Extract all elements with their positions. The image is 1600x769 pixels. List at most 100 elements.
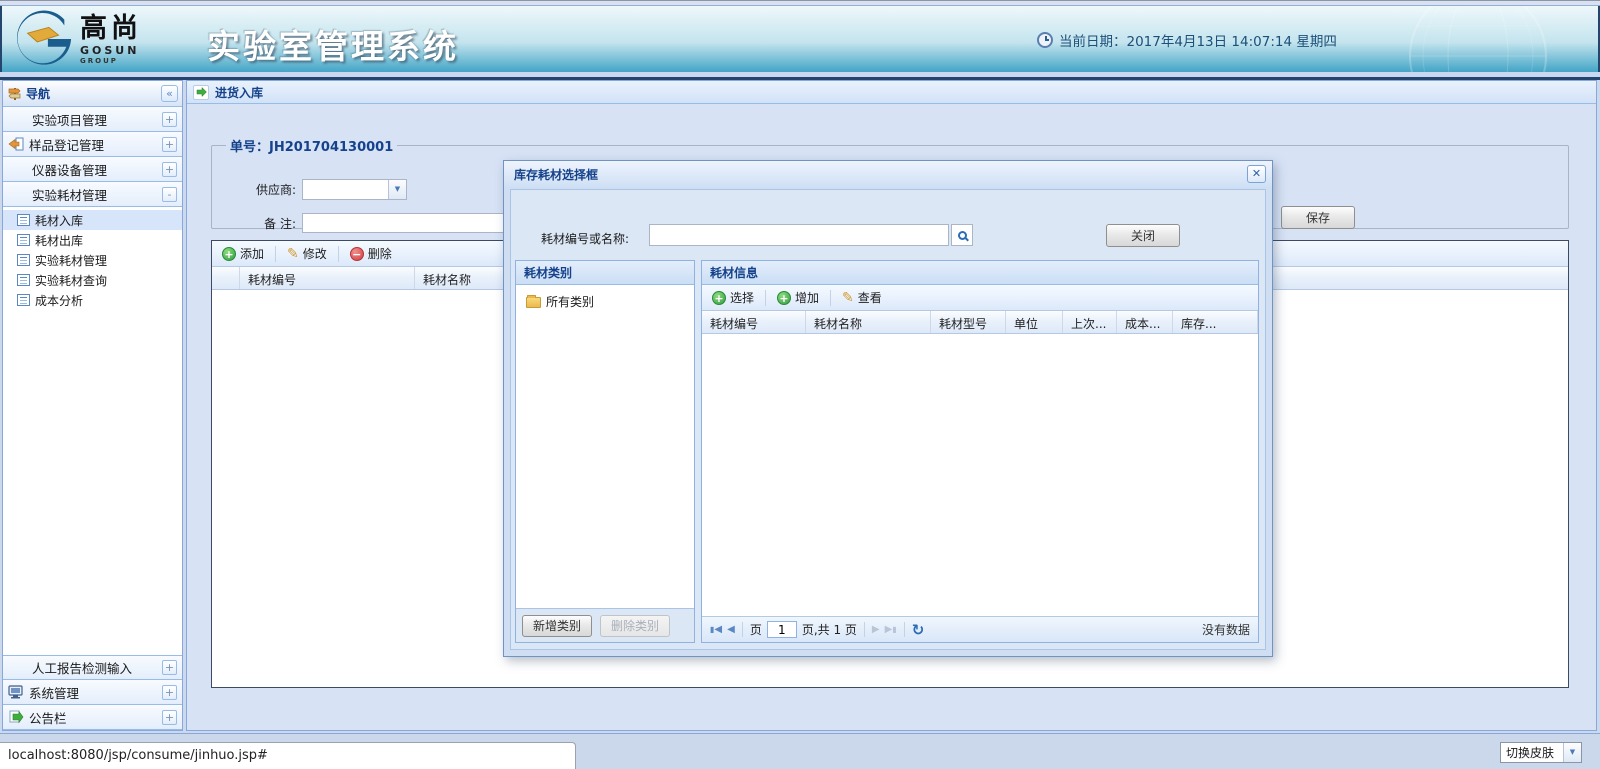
- save-button[interactable]: 保存: [1281, 206, 1355, 229]
- plus-icon: +: [777, 291, 791, 305]
- page-title: 进货入库: [215, 84, 263, 101]
- submenu-item-consumable-out[interactable]: 耗材出库: [3, 230, 182, 250]
- dialog-title: 库存耗材选择框: [514, 166, 1247, 183]
- status-url-tooltip: localhost:8080/jsp/consume/jinhuo.jsp#: [0, 742, 576, 769]
- column-header-name[interactable]: 耗材名称: [806, 311, 931, 333]
- column-header-cost[interactable]: 成本...: [1117, 311, 1173, 333]
- sidebar-item-instrument[interactable]: 仪器设备管理 +: [3, 157, 182, 182]
- add-row-button[interactable]: + 添加: [218, 243, 268, 264]
- search-input[interactable]: [649, 224, 949, 246]
- folder-icon: [526, 297, 541, 308]
- document-icon: [17, 274, 30, 286]
- gosun-logo-icon: [16, 10, 74, 68]
- delete-row-button[interactable]: − 删除: [346, 243, 396, 264]
- sidebar-item-experiment-project[interactable]: 实验项目管理 +: [3, 107, 182, 132]
- clock-icon: [1037, 32, 1053, 48]
- dialog-close-button[interactable]: 关闭: [1106, 224, 1180, 247]
- collapse-minus-icon[interactable]: -: [162, 187, 177, 202]
- edit-row-button[interactable]: ✎ 修改: [283, 243, 331, 264]
- order-number-legend: 单号：JH201704130001: [226, 136, 397, 155]
- toolbar-separator: [904, 622, 905, 637]
- category-tree: 所有类别: [516, 285, 694, 608]
- column-header-model[interactable]: 耗材型号: [931, 311, 1006, 333]
- current-date-text: 当前日期：2017年4月13日 14:07:14 星期四: [1059, 30, 1337, 50]
- last-page-icon[interactable]: ▶: [885, 624, 897, 635]
- search-button[interactable]: [951, 224, 973, 246]
- plus-icon: +: [712, 291, 726, 305]
- document-icon: [17, 294, 30, 306]
- document-icon: [17, 234, 30, 246]
- info-grid-empty-body: [702, 334, 1258, 616]
- sidebar-collapse-button[interactable]: «: [161, 85, 178, 102]
- nav-header: 导航 «: [3, 81, 182, 107]
- category-panel-title: 耗材类别: [516, 261, 694, 285]
- submenu-item-lab-consumable-mgmt[interactable]: 实验耗材管理: [3, 250, 182, 270]
- prev-page-icon[interactable]: ◀: [727, 624, 735, 635]
- expand-icon[interactable]: +: [162, 112, 177, 127]
- info-toolbar: + 选择 + 增加 ✎ 查看: [702, 285, 1258, 311]
- expand-icon[interactable]: +: [162, 162, 177, 177]
- first-page-icon[interactable]: ◀: [710, 624, 722, 635]
- sidebar-item-consumable-mgmt[interactable]: 实验耗材管理 -: [3, 182, 182, 207]
- sidebar-item-manual-report[interactable]: 人工报告检测输入 +: [3, 655, 182, 680]
- column-header-code[interactable]: 耗材编号: [702, 311, 806, 333]
- delete-category-button[interactable]: 删除类别: [600, 615, 670, 637]
- page-label: 页: [750, 621, 762, 638]
- chevron-down-icon[interactable]: ▼: [1563, 743, 1581, 762]
- tree-node-all-categories[interactable]: 所有类别: [526, 293, 694, 310]
- column-header-unit[interactable]: 单位: [1006, 311, 1063, 333]
- submenu-item-consumable-in[interactable]: 耗材入库: [3, 210, 182, 230]
- company-logo: 高尚 GOSUN GROUP: [16, 10, 142, 68]
- expand-icon[interactable]: +: [162, 685, 177, 700]
- page-arrow-icon: [193, 85, 209, 100]
- skin-switch-select[interactable]: 切换皮肤 ▼: [1500, 742, 1582, 763]
- view-consumable-button[interactable]: ✎ 查看: [838, 287, 886, 308]
- select-consumable-button[interactable]: + 选择: [708, 287, 758, 308]
- category-panel-footer: 新增类别 删除类别: [516, 608, 694, 642]
- sidebar-item-bulletin[interactable]: 公告栏 +: [3, 705, 182, 730]
- search-label: 耗材编号或名称:: [541, 230, 629, 247]
- column-header-stock[interactable]: 库存...: [1173, 311, 1258, 333]
- document-icon: [17, 254, 30, 266]
- supplier-select[interactable]: ▼: [302, 179, 407, 200]
- globe-decoration: [1308, 6, 1568, 72]
- pencil-icon: ✎: [842, 290, 854, 306]
- page-number-input[interactable]: [767, 621, 797, 638]
- toolbar-separator: [765, 290, 766, 306]
- column-header-code[interactable]: 耗材编号: [240, 267, 415, 289]
- expand-icon[interactable]: +: [162, 710, 177, 725]
- add-consumable-button[interactable]: + 增加: [773, 287, 823, 308]
- nav-title: 导航: [26, 85, 161, 102]
- status-bar: localhost:8080/jsp/consume/jinhuo.jsp# 切…: [0, 733, 1600, 769]
- expand-icon[interactable]: +: [162, 137, 177, 152]
- pencil-icon: ✎: [287, 246, 299, 262]
- remark-label: 备 注:: [238, 215, 296, 232]
- submenu-item-lab-consumable-query[interactable]: 实验耗材查询: [3, 270, 182, 290]
- plus-icon: +: [222, 247, 236, 261]
- sample-register-icon: [8, 137, 24, 151]
- breadcrumb: 进货入库: [187, 81, 1596, 104]
- refresh-icon[interactable]: ↻: [912, 621, 925, 639]
- toolbar-separator: [830, 290, 831, 306]
- expand-icon[interactable]: +: [162, 660, 177, 675]
- stock-consumable-dialog: 库存耗材选择框 ✕ 耗材编号或名称: 关闭 耗材类别 所有类别 新增类别 删除类…: [503, 160, 1273, 657]
- toolbar-separator: [338, 246, 339, 262]
- info-grid-header: 耗材编号 耗材名称 耗材型号 单位 上次... 成本... 库存...: [702, 311, 1258, 334]
- consumable-submenu: 耗材入库 耗材出库 实验耗材管理 实验耗材查询 成本分析: [3, 207, 182, 655]
- paging-toolbar: ◀ ◀ 页 页,共 1 页 ▶ ▶ ↻ 没有数据: [702, 616, 1258, 642]
- page-header: 高尚 GOSUN GROUP 实验室管理系统 当前日期：2017年4月13日 1…: [0, 0, 1600, 80]
- page-total-label: 页,共 1 页: [802, 621, 857, 638]
- row-numberer-header: [212, 267, 240, 289]
- chevron-down-icon[interactable]: ▼: [388, 180, 406, 199]
- dialog-titlebar[interactable]: 库存耗材选择框 ✕: [504, 161, 1272, 187]
- supplier-label: 供应商:: [238, 181, 296, 198]
- next-page-icon[interactable]: ▶: [872, 624, 880, 635]
- toolbar-separator: [864, 622, 865, 637]
- add-category-button[interactable]: 新增类别: [522, 615, 592, 637]
- sidebar-item-system-mgmt[interactable]: 系统管理 +: [3, 680, 182, 705]
- column-header-last[interactable]: 上次...: [1063, 311, 1117, 333]
- bulletin-arrow-icon: [8, 710, 24, 724]
- close-icon[interactable]: ✕: [1247, 165, 1266, 183]
- submenu-item-cost-analysis[interactable]: 成本分析: [3, 290, 182, 310]
- sidebar-item-sample-register[interactable]: 样品登记管理 +: [3, 132, 182, 157]
